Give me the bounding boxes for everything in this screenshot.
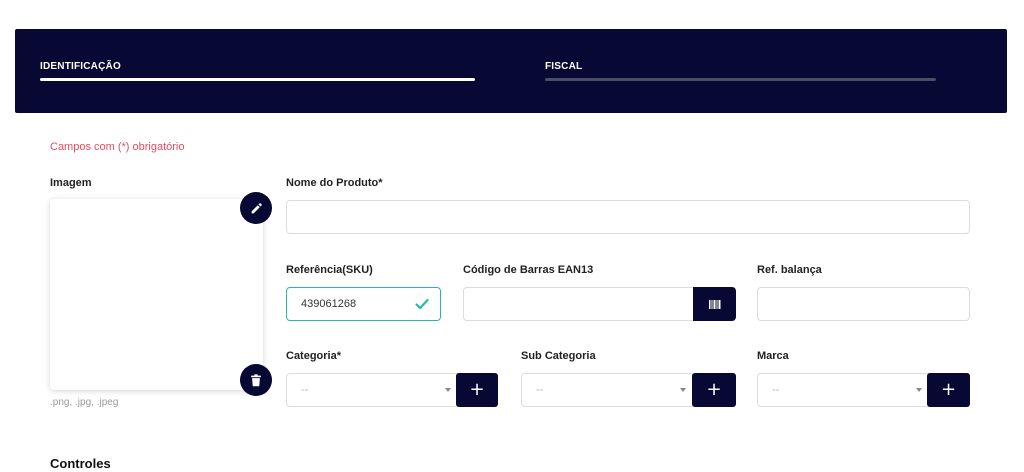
sku-label: Referência(SKU)	[286, 264, 373, 276]
pencil-icon	[251, 202, 262, 213]
step-progress-bar	[545, 78, 936, 81]
delete-image-button[interactable]	[240, 364, 272, 396]
edit-image-button[interactable]	[240, 192, 272, 224]
check-icon	[415, 298, 429, 310]
controls-section-title: Controles	[50, 456, 111, 471]
plus-icon: +	[469, 379, 485, 400]
image-label: Imagem	[50, 177, 92, 189]
scale-ref-label: Ref. balança	[757, 264, 822, 276]
barcode-label: Código de Barras EAN13	[463, 264, 594, 276]
plus-icon: +	[706, 379, 722, 400]
sku-input[interactable]: 439061268	[286, 287, 441, 321]
add-brand-button[interactable]: +	[927, 373, 970, 407]
form-stepper: IDENTIFICAÇÃO FISCAL	[15, 29, 1007, 113]
plus-icon: +	[940, 379, 957, 400]
category-select[interactable]: --	[286, 373, 458, 407]
trash-icon	[251, 373, 261, 386]
chevron-down-icon	[680, 388, 686, 392]
brand-select[interactable]: --	[757, 373, 929, 407]
category-label: Categoria*	[286, 350, 342, 362]
add-subcategory-button[interactable]: +	[692, 373, 736, 407]
subcategory-selected: --	[536, 384, 544, 396]
subcategory-label: Sub Categoria	[521, 350, 596, 362]
step-progress-bar	[40, 78, 475, 81]
scale-ref-input[interactable]	[757, 287, 970, 321]
barcode-input[interactable]	[463, 287, 703, 321]
barcode-icon	[708, 299, 720, 309]
image-formats-hint: .png, .jpg, .jpeg	[50, 397, 119, 408]
step-label: IDENTIFICAÇÃO	[40, 61, 121, 72]
required-fields-note: Campos com (*) obrigatório	[50, 141, 185, 153]
subcategory-select[interactable]: --	[521, 373, 693, 407]
sku-value: 439061268	[301, 298, 357, 310]
chevron-down-icon	[916, 388, 922, 392]
product-name-label: Nome do Produto*	[286, 177, 383, 189]
add-category-button[interactable]: +	[456, 373, 498, 407]
brand-selected: --	[772, 384, 780, 396]
category-selected: --	[301, 384, 309, 396]
chevron-down-icon	[445, 388, 451, 392]
image-dropzone[interactable]	[50, 199, 263, 390]
step-label: FISCAL	[545, 61, 583, 72]
scan-barcode-button[interactable]	[693, 287, 736, 321]
brand-label: Marca	[757, 350, 789, 362]
product-name-input[interactable]	[286, 200, 970, 234]
